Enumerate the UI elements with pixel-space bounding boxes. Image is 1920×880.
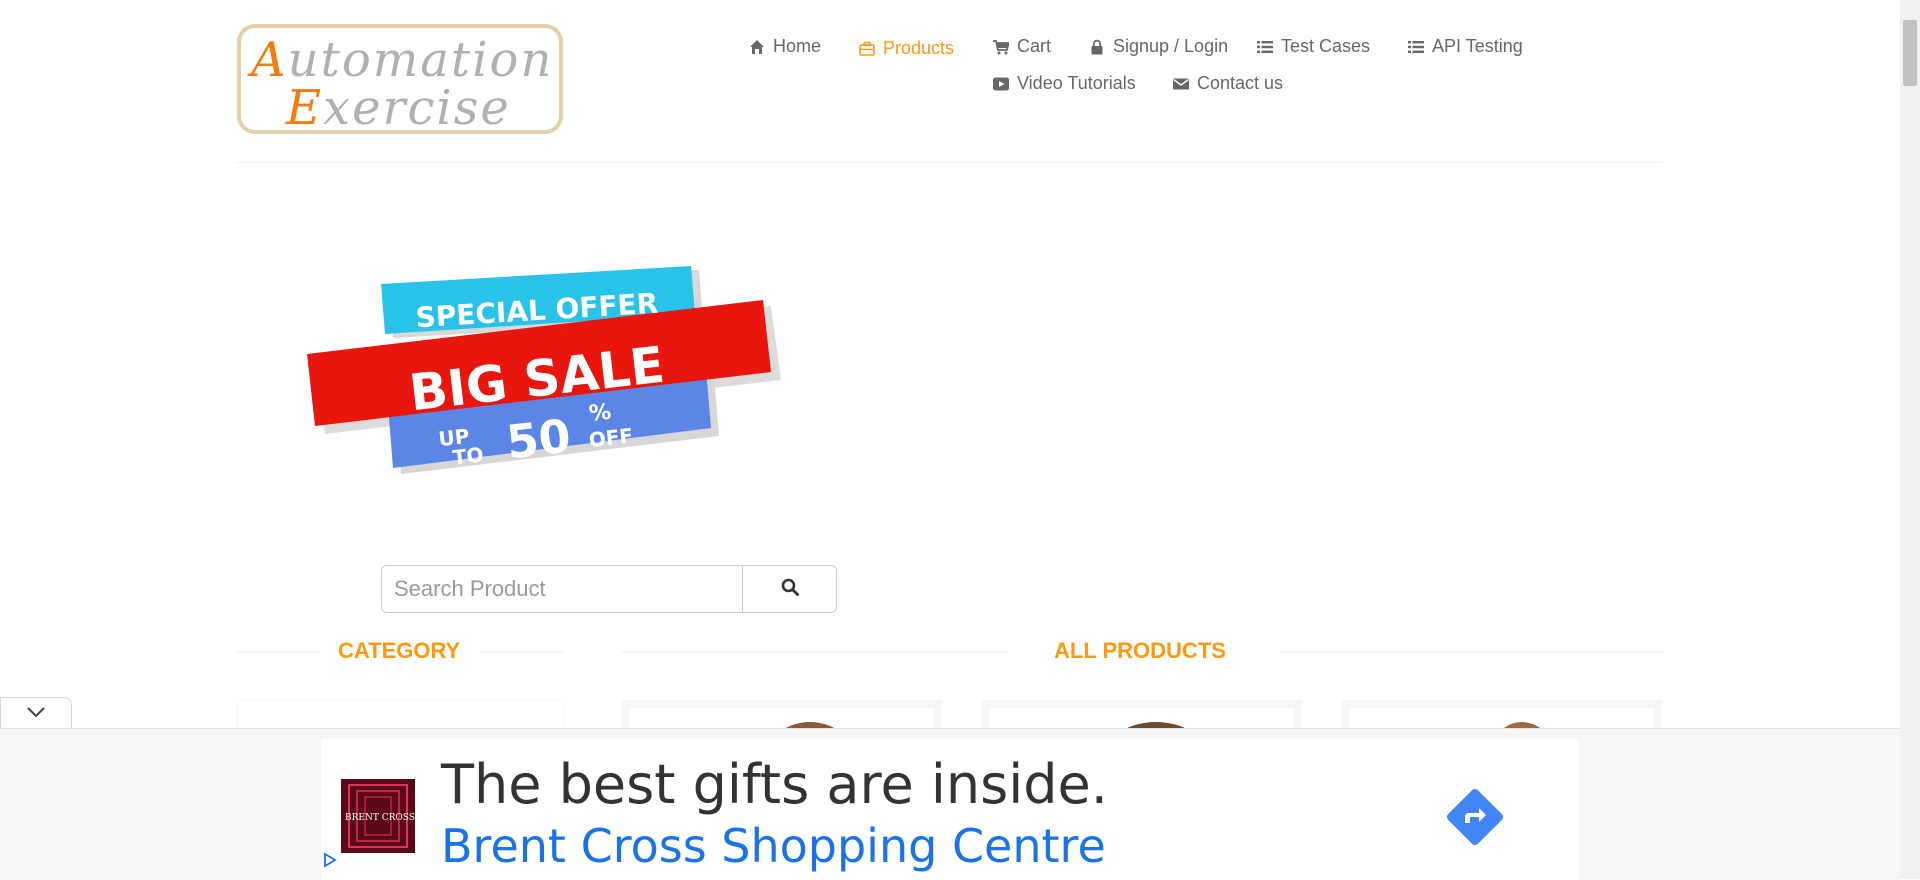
nav-home-label: Home — [773, 36, 822, 56]
nav-video-tutorials-label: Video Tutorials — [1017, 73, 1136, 93]
category-title: CATEGORY — [338, 638, 461, 663]
nav-api-testing-label: API Testing — [1432, 36, 1523, 56]
site-logo[interactable]: Automation Exercise — [237, 24, 563, 136]
scrollbar-thumb[interactable] — [1903, 20, 1917, 86]
nav-api-testing[interactable]: API Testing — [1408, 36, 1523, 57]
ad-headline[interactable]: The best gifts are inside. — [441, 753, 1108, 816]
nav-cart-label: Cart — [1017, 36, 1052, 56]
logo-line-2: Exercise — [286, 80, 511, 136]
briefcase-icon — [859, 41, 875, 57]
nav-home[interactable]: Home — [749, 36, 821, 57]
products-title-line-left — [622, 651, 1007, 653]
chevron-down-icon — [26, 705, 46, 723]
search-button[interactable] — [743, 565, 837, 613]
sale-banner-percent: 50 — [504, 408, 574, 469]
ad-collapse-button[interactable] — [0, 697, 72, 729]
category-title-line-right — [481, 651, 563, 653]
search-product-input[interactable] — [381, 565, 743, 613]
header-divider — [237, 162, 1663, 163]
nav-products[interactable]: Products — [859, 38, 954, 59]
list-icon — [1257, 39, 1273, 55]
sale-banner-off: OFF — [588, 423, 635, 452]
nav-test-cases-label: Test Cases — [1281, 36, 1371, 56]
envelope-icon — [1173, 76, 1189, 92]
nav-video-tutorials[interactable]: Video Tutorials — [993, 73, 1136, 94]
list-icon — [1408, 39, 1424, 55]
all-products-title: ALL PRODUCTS — [1054, 638, 1226, 663]
ad-open-button[interactable] — [1445, 787, 1505, 847]
ad-advertiser-link[interactable]: Brent Cross Shopping Centre — [441, 819, 1106, 873]
cart-icon — [993, 39, 1009, 55]
nav-signup-login[interactable]: Signup / Login — [1089, 36, 1228, 57]
nav-contact-us-label: Contact us — [1197, 73, 1284, 93]
nav-signup-login-label: Signup / Login — [1113, 36, 1229, 56]
ad-banner: BRENT CROSS The best gifts are inside. B… — [0, 728, 1900, 880]
product-search — [381, 565, 837, 613]
nav-test-cases[interactable]: Test Cases — [1257, 36, 1370, 57]
arrow-right-icon — [1445, 788, 1505, 851]
ad-thumbnail[interactable]: BRENT CROSS — [341, 779, 415, 853]
products-title-line-right — [1279, 651, 1663, 653]
nav-products-label: Products — [883, 38, 955, 58]
page-scrollbar[interactable] — [1900, 0, 1920, 879]
ad-choices-icon[interactable] — [322, 852, 338, 868]
youtube-play-icon — [993, 76, 1009, 92]
lock-icon — [1089, 39, 1105, 55]
sale-banner-image: SPECIAL OFFER BIG SALE UP TO 50 % OFF — [307, 266, 781, 474]
nav-cart[interactable]: Cart — [993, 36, 1051, 57]
ad-content[interactable]: BRENT CROSS The best gifts are inside. B… — [321, 739, 1578, 880]
category-title-line-left — [237, 651, 319, 653]
sale-banner-percent-sign: % — [588, 400, 613, 427]
home-icon — [749, 39, 765, 55]
search-icon — [781, 578, 799, 601]
sale-banner-to: TO — [451, 442, 484, 469]
nav-contact-us[interactable]: Contact us — [1173, 73, 1283, 94]
ad-thumbnail-text: BRENT CROSS — [345, 813, 415, 823]
